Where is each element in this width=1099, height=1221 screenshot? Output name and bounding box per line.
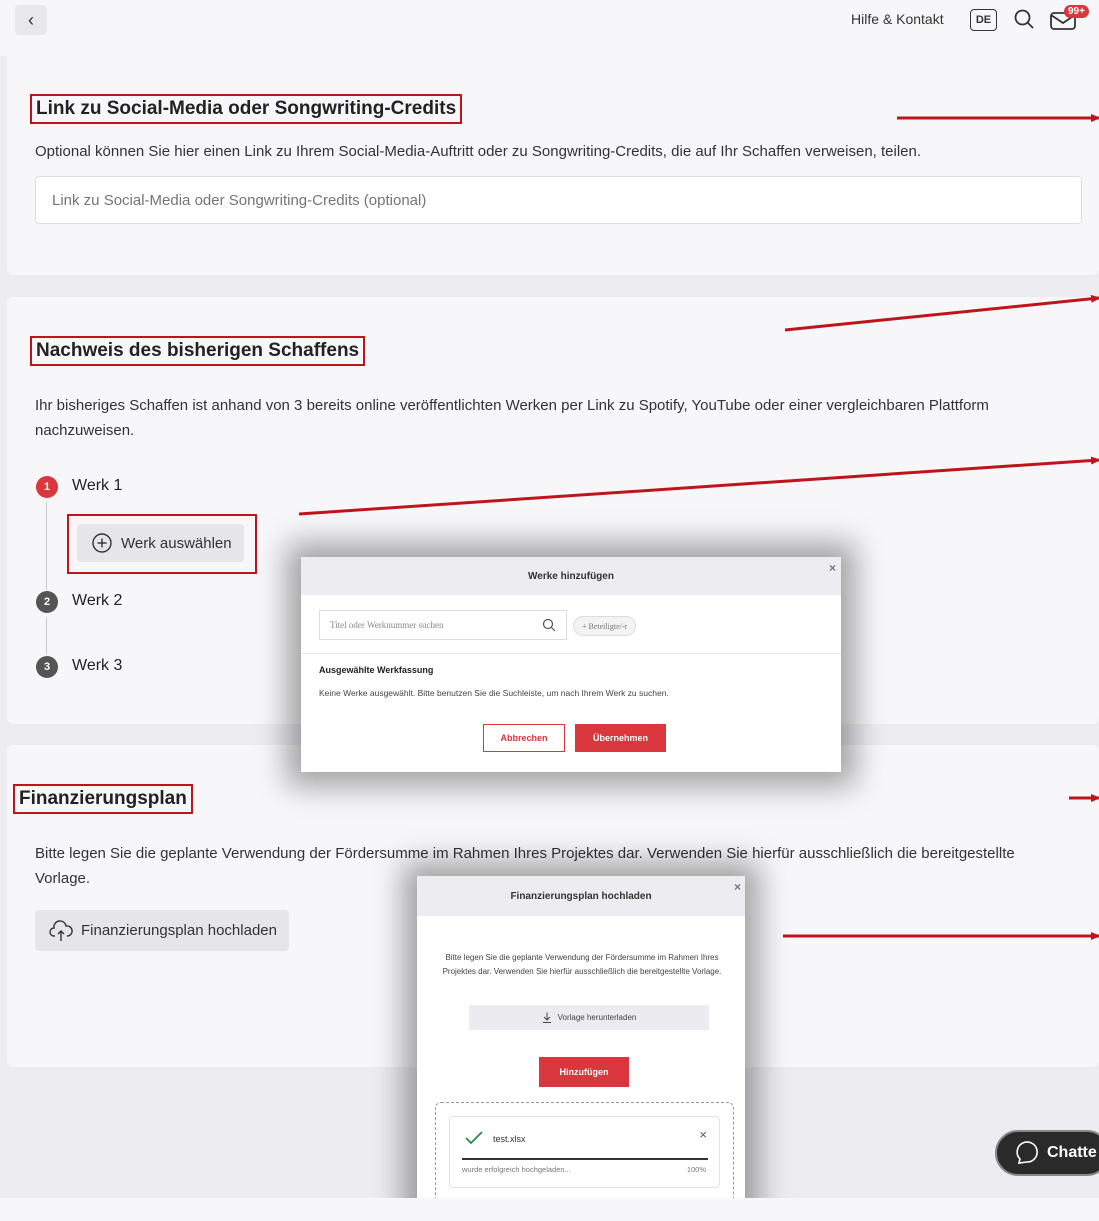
confirm-button[interactable]: Übernehmen	[575, 724, 666, 752]
cancel-button[interactable]: Abbrechen	[483, 724, 565, 752]
social-media-title: Link zu Social-Media oder Songwriting-Cr…	[30, 94, 463, 124]
step-connector	[46, 617, 47, 655]
upload-finance-modal: Finanzierungsplan hochladen × Bitte lege…	[417, 876, 745, 1221]
step-number-3: 3	[36, 656, 58, 678]
close-icon[interactable]: ×	[829, 561, 836, 575]
search-icon	[542, 618, 556, 632]
step-label-3: Werk 3	[72, 657, 123, 674]
chevron-left-icon: ‹	[28, 9, 34, 30]
finance-title: Finanzierungsplan	[13, 784, 193, 814]
select-work-label: Werk auswählen	[121, 534, 232, 552]
selected-version-heading: Ausgewählte Werkfassung	[319, 665, 434, 675]
add-works-modal-header: Werke hinzufügen ×	[301, 557, 841, 595]
upload-progress-text: 100%	[686, 1165, 706, 1174]
chat-bubble-icon	[1016, 1141, 1038, 1164]
step-label-2: Werk 2	[72, 592, 123, 609]
upload-modal-header: Finanzierungsplan hochladen ×	[417, 876, 745, 916]
download-template-button[interactable]: Vorlage herunterladen	[469, 1005, 709, 1030]
checkmark-icon	[465, 1131, 483, 1145]
no-works-text: Keine Werke ausgewählt. Bitte benutzen S…	[319, 688, 669, 698]
upload-progress-fill	[462, 1158, 708, 1160]
download-template-label: Vorlage herunterladen	[557, 1013, 637, 1022]
cloud-upload-icon	[49, 919, 73, 941]
social-media-link-input[interactable]	[35, 176, 1082, 224]
step-number-2: 2	[36, 591, 58, 613]
upload-modal-description: Bitte legen Sie die geplante Verwendung …	[442, 953, 722, 976]
uploaded-file-item: test.xlsx × wurde erfolgreich hochgelade…	[449, 1116, 720, 1188]
file-name: test.xlsx	[493, 1134, 526, 1144]
close-icon[interactable]: ×	[734, 880, 741, 894]
works-search-placeholder: Titel oder Werknummer suchen	[330, 620, 444, 630]
step-number-1: 1	[36, 476, 58, 498]
upload-finance-plan-label: Finanzierungsplan hochladen	[81, 922, 277, 939]
chat-button[interactable]: Chatte	[995, 1130, 1099, 1176]
upload-status-text: wurde erfolgreich hochgeladen...	[462, 1165, 571, 1174]
add-works-modal-title: Werke hinzufügen	[528, 570, 614, 582]
chat-label: Chatte	[1047, 1144, 1097, 1161]
back-button[interactable]: ‹	[15, 5, 47, 35]
download-icon	[542, 1012, 551, 1023]
social-media-description: Optional können Sie hier einen Link zu I…	[35, 143, 922, 160]
top-bar: ‹ Hilfe & Kontakt DE 99+	[0, 0, 1099, 56]
dropzone[interactable]: test.xlsx × wurde erfolgreich hochgelade…	[435, 1102, 734, 1204]
add-participant-button[interactable]: + Beteiligte/-r	[573, 616, 637, 636]
remove-file-icon[interactable]: ×	[699, 1127, 707, 1142]
upload-modal-title: Finanzierungsplan hochladen	[510, 890, 652, 902]
language-switch[interactable]: DE	[970, 9, 997, 31]
social-media-card	[7, 56, 1099, 275]
plus-circle-icon	[92, 533, 112, 553]
step-connector	[46, 502, 47, 590]
footer	[0, 1198, 1099, 1221]
notification-badge: 99+	[1064, 5, 1089, 18]
upload-progress-track	[462, 1158, 708, 1160]
search-icon[interactable]	[1013, 8, 1035, 30]
modal-divider	[301, 653, 841, 654]
add-works-modal: Werke hinzufügen × Titel oder Werknummer…	[301, 557, 841, 772]
add-file-button[interactable]: Hinzufügen	[539, 1057, 629, 1087]
select-work-button[interactable]: Werk auswählen	[77, 524, 244, 562]
step-label-1: Werk 1	[72, 477, 123, 494]
works-title: Nachweis des bisherigen Schaffens	[30, 336, 366, 366]
works-description: Ihr bisheriges Schaffen ist anhand von 3…	[35, 397, 989, 439]
works-search-field[interactable]: Titel oder Werknummer suchen	[319, 610, 567, 640]
upload-finance-plan-button[interactable]: Finanzierungsplan hochladen	[35, 910, 289, 951]
help-contact-link[interactable]: Hilfe & Kontakt	[851, 11, 944, 27]
